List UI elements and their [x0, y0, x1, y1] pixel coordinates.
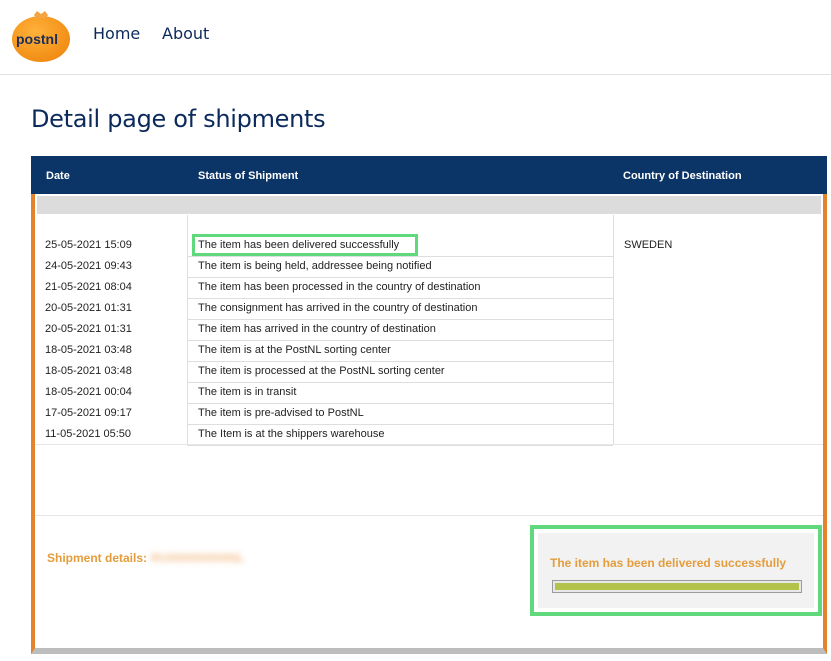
- column-header-date: Date: [46, 170, 70, 182]
- page-title: Detail page of shipments: [31, 105, 326, 133]
- table-row: 20-05-2021 01:31 The item has arrived in…: [35, 319, 613, 340]
- row-status: The item is in transit: [198, 386, 297, 398]
- row-date: 11-05-2021 05:50: [45, 428, 132, 440]
- table-row: 20-05-2021 01:31 The consignment has arr…: [35, 298, 613, 319]
- column-header-status: Status of Shipment: [198, 170, 299, 182]
- column-divider: [613, 215, 614, 444]
- row-date: 20-05-2021 01:31: [45, 323, 132, 335]
- row-date: 20-05-2021 01:31: [45, 302, 132, 314]
- table-row: 17-05-2021 09:17 The item is pre-advised…: [35, 403, 613, 424]
- delivery-status-inner: The item has been delivered successfully: [538, 533, 814, 608]
- delivery-progress-fill: [553, 581, 801, 592]
- row-status: The item is at the PostNL sorting center: [198, 344, 391, 356]
- delivery-progress-bar: [552, 580, 802, 593]
- logo-text: postnl: [16, 31, 58, 47]
- section-divider: [35, 515, 823, 516]
- row-status: The consignment has arrived in the count…: [198, 302, 478, 314]
- table-header: Date Status of Shipment Country of Desti…: [31, 156, 827, 194]
- table-row: 24-05-2021 09:43 The item is being held,…: [35, 256, 613, 277]
- row-status: The item has been processed in the count…: [198, 281, 481, 293]
- shipment-tracking-number: RU000000000NL: [151, 551, 245, 565]
- row-date: 18-05-2021 03:48: [45, 365, 132, 377]
- row-date: 24-05-2021 09:43: [45, 260, 132, 272]
- nav-about-link[interactable]: About: [162, 24, 209, 43]
- table-row: 18-05-2021 03:48 The item is processed a…: [35, 361, 613, 382]
- row-status: The item is being held, addressee being …: [198, 260, 432, 272]
- row-status: The item is pre-advised to PostNL: [198, 407, 364, 419]
- nav-home-link[interactable]: Home: [93, 24, 140, 43]
- row-date: 21-05-2021 08:04: [45, 281, 132, 293]
- row-status: The item has arrived in the country of d…: [198, 323, 436, 335]
- postnl-logo[interactable]: postnl: [10, 6, 72, 64]
- shipment-detail-frame: 25-05-2021 15:09 The item has been deliv…: [31, 194, 827, 654]
- row-date: 25-05-2021 15:09: [45, 239, 132, 251]
- shipment-details-label: Shipment details:: [47, 551, 148, 565]
- row-status: The Item is at the shippers warehouse: [198, 428, 385, 440]
- row-status: The item is processed at the PostNL sort…: [198, 365, 445, 377]
- table-row: 18-05-2021 00:04 The item is in transit: [35, 382, 613, 403]
- row-date: 17-05-2021 09:17: [45, 407, 132, 419]
- table-bottom-divider: [35, 444, 823, 445]
- table-row: 21-05-2021 08:04 The item has been proce…: [35, 277, 613, 298]
- row-date: 18-05-2021 00:04: [45, 386, 132, 398]
- latest-status-highlight: [192, 234, 418, 256]
- delivery-status-text: The item has been delivered successfully: [550, 556, 787, 570]
- delivery-status-panel: The item has been delivered successfully: [530, 525, 822, 616]
- table-subheader-bar: [37, 196, 821, 214]
- table-row: 18-05-2021 03:48 The item is at the Post…: [35, 340, 613, 361]
- table-row: 11-05-2021 05:50 The Item is at the ship…: [35, 424, 613, 445]
- top-navigation: postnl Home About: [0, 0, 831, 75]
- column-header-country: Country of Destination: [623, 170, 742, 182]
- destination-country: SWEDEN: [624, 239, 673, 251]
- row-date: 18-05-2021 03:48: [45, 344, 132, 356]
